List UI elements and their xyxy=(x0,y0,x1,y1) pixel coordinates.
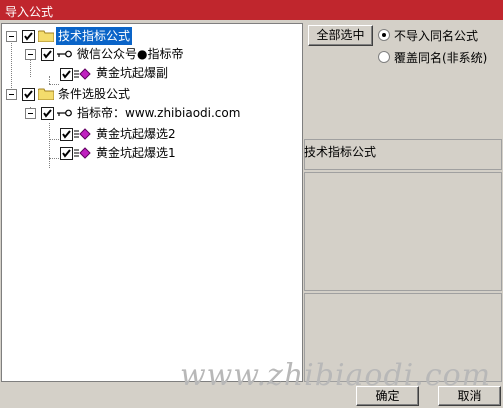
formula-icon xyxy=(74,68,91,80)
collapse-toggle[interactable] xyxy=(25,49,36,60)
node-checkbox[interactable] xyxy=(60,128,73,141)
node-label: 黄金坑起爆选2 xyxy=(96,127,176,141)
node-label: 指标帝：www.zhibiaodi.com xyxy=(77,106,241,120)
radio-skip-label: 不导入同名公式 xyxy=(394,29,479,43)
radio-skip-duplicates[interactable] xyxy=(378,29,390,41)
check-mark-icon xyxy=(43,50,52,59)
node-checkbox[interactable] xyxy=(41,48,54,61)
check-mark-icon xyxy=(24,90,33,99)
tree-node-stock-selection[interactable]: 条件选股公式 xyxy=(2,85,300,103)
cancel-button[interactable]: 取消 xyxy=(438,386,501,406)
formula-icon xyxy=(74,128,91,140)
collapse-toggle[interactable] xyxy=(6,89,17,100)
node-label: 黄金坑起爆副 xyxy=(96,66,169,80)
check-mark-icon xyxy=(62,70,71,79)
node-label: 条件选股公式 xyxy=(58,87,131,101)
radio-overwrite[interactable] xyxy=(378,51,390,63)
radio-overwrite-label: 覆盖同名(非系统) xyxy=(394,51,488,65)
folder-icon xyxy=(38,88,54,100)
tree-node-zhibiaodi[interactable]: 指标帝：www.zhibiaodi.com xyxy=(2,104,300,122)
check-mark-icon xyxy=(24,32,33,41)
tree-node-formula-sub[interactable]: 黄金坑起爆副 xyxy=(2,64,300,82)
folder-icon xyxy=(38,30,54,42)
node-label: 微信公众号●指标帝 xyxy=(77,47,184,61)
collapse-toggle[interactable] xyxy=(6,31,17,42)
node-checkbox[interactable] xyxy=(60,147,73,160)
node-checkbox[interactable] xyxy=(60,68,73,81)
node-checkbox[interactable] xyxy=(22,30,35,43)
node-checkbox[interactable] xyxy=(22,88,35,101)
info-description-panel xyxy=(304,172,502,291)
node-label: 技术指标公式 xyxy=(56,27,133,45)
formula-icon xyxy=(74,147,91,159)
window-title: 导入公式 xyxy=(5,5,54,19)
collapse-toggle[interactable] xyxy=(25,108,36,119)
node-label: 黄金坑起爆选1 xyxy=(96,146,176,160)
tree-node-wechat-account[interactable]: 微信公众号●指标帝 xyxy=(2,45,300,63)
formula-tree[interactable]: 技术指标公式 微信公众号●指标帝 黄金坑起爆副 条件选股公式 指标帝：www.z… xyxy=(1,23,303,382)
check-mark-icon xyxy=(62,130,71,139)
check-mark-icon xyxy=(43,109,52,118)
ok-button[interactable]: 确定 xyxy=(356,386,419,406)
title-bar: 导入公式 xyxy=(0,0,503,20)
select-all-button[interactable]: 全部选中 xyxy=(308,25,373,46)
tree-node-formula-select1[interactable]: 黄金坑起爆选1 xyxy=(2,144,300,162)
info-panel-title: 技术指标公式 xyxy=(304,145,377,159)
key-icon xyxy=(57,109,72,117)
node-checkbox[interactable] xyxy=(41,107,54,120)
tree-node-tech-indicators[interactable]: 技术指标公式 xyxy=(2,27,300,45)
key-icon xyxy=(57,50,72,58)
check-mark-icon xyxy=(62,149,71,158)
tree-node-formula-select2[interactable]: 黄金坑起爆选2 xyxy=(2,125,300,143)
